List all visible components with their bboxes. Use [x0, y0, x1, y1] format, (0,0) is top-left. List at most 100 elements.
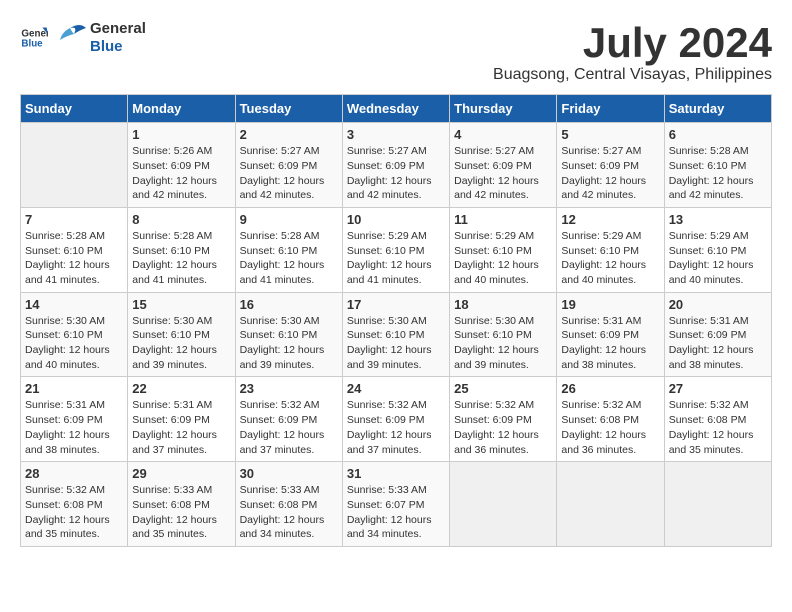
day-info: Sunrise: 5:27 AMSunset: 6:09 PMDaylight:…	[561, 144, 659, 203]
day-number: 28	[25, 466, 123, 481]
day-number: 20	[669, 297, 767, 312]
calendar-cell	[450, 462, 557, 547]
calendar-cell	[21, 123, 128, 208]
day-info: Sunrise: 5:29 AMSunset: 6:10 PMDaylight:…	[347, 229, 445, 288]
calendar-cell: 20 Sunrise: 5:31 AMSunset: 6:09 PMDayligh…	[664, 292, 771, 377]
calendar-header-friday: Friday	[557, 95, 664, 123]
day-number: 25	[454, 381, 552, 396]
day-info: Sunrise: 5:32 AMSunset: 6:08 PMDaylight:…	[561, 398, 659, 457]
page-header: General Blue General Blue July 2024 Buag…	[20, 20, 772, 84]
calendar-cell: 16Sunrise: 5:30 AMSunset: 6:10 PMDayligh…	[235, 292, 342, 377]
logo-blue: Blue	[90, 38, 123, 55]
day-number: 6	[669, 127, 767, 142]
day-info: Sunrise: 5:30 AMSunset: 6:10 PMDaylight:…	[347, 314, 445, 373]
day-number: 29	[132, 466, 230, 481]
logo-bird-icon	[52, 20, 88, 56]
day-info: Sunrise: 5:32 AMSunset: 6:09 PMDaylight:…	[454, 398, 552, 457]
calendar-cell: 6 Sunrise: 5:28 AMSunset: 6:10 PMDaylight…	[664, 123, 771, 208]
calendar-cell: 7 Sunrise: 5:28 AMSunset: 6:10 PMDaylight…	[21, 207, 128, 292]
day-info: Sunrise: 5:27 AMSunset: 6:09 PMDaylight:…	[454, 144, 552, 203]
calendar-cell: 19 Sunrise: 5:31 AMSunset: 6:09 PMDayligh…	[557, 292, 664, 377]
calendar-header-row: SundayMondayTuesdayWednesdayThursdayFrid…	[21, 95, 772, 123]
calendar-week-row: 28 Sunrise: 5:32 AMSunset: 6:08 PMDayligh…	[21, 462, 772, 547]
day-info: Sunrise: 5:31 AMSunset: 6:09 PMDaylight:…	[669, 314, 767, 373]
title-block: July 2024 Buagsong, Central Visayas, Phi…	[493, 20, 772, 84]
calendar-cell: 14Sunrise: 5:30 AMSunset: 6:10 PMDayligh…	[21, 292, 128, 377]
day-number: 22	[132, 381, 230, 396]
day-number: 13	[669, 212, 767, 227]
calendar-cell: 22 Sunrise: 5:31 AMSunset: 6:09 PMDayligh…	[128, 377, 235, 462]
day-info: Sunrise: 5:30 AMSunset: 6:10 PMDaylight:…	[25, 314, 123, 373]
day-info: Sunrise: 5:28 AMSunset: 6:10 PMDaylight:…	[240, 229, 338, 288]
calendar-cell: 8Sunrise: 5:28 AMSunset: 6:10 PMDaylight…	[128, 207, 235, 292]
calendar-cell: 26 Sunrise: 5:32 AMSunset: 6:08 PMDayligh…	[557, 377, 664, 462]
day-info: Sunrise: 5:27 AMSunset: 6:09 PMDaylight:…	[347, 144, 445, 203]
calendar-cell: 25 Sunrise: 5:32 AMSunset: 6:09 PMDayligh…	[450, 377, 557, 462]
day-number: 17	[347, 297, 445, 312]
calendar-cell: 4 Sunrise: 5:27 AMSunset: 6:09 PMDaylight…	[450, 123, 557, 208]
logo-icon: General Blue	[20, 24, 48, 52]
day-info: Sunrise: 5:29 AMSunset: 6:10 PMDaylight:…	[454, 229, 552, 288]
day-info: Sunrise: 5:28 AMSunset: 6:10 PMDaylight:…	[669, 144, 767, 203]
day-number: 18	[454, 297, 552, 312]
day-number: 9	[240, 212, 338, 227]
calendar-cell: 11Sunrise: 5:29 AMSunset: 6:10 PMDayligh…	[450, 207, 557, 292]
calendar-table: SundayMondayTuesdayWednesdayThursdayFrid…	[20, 94, 772, 547]
calendar-header-saturday: Saturday	[664, 95, 771, 123]
day-info: Sunrise: 5:26 AMSunset: 6:09 PMDaylight:…	[132, 144, 230, 203]
calendar-cell: 15Sunrise: 5:30 AMSunset: 6:10 PMDayligh…	[128, 292, 235, 377]
calendar-cell: 21Sunrise: 5:31 AMSunset: 6:09 PMDayligh…	[21, 377, 128, 462]
calendar-header-wednesday: Wednesday	[342, 95, 449, 123]
day-number: 24	[347, 381, 445, 396]
day-number: 4	[454, 127, 552, 142]
day-number: 2	[240, 127, 338, 142]
day-info: Sunrise: 5:29 AMSunset: 6:10 PMDaylight:…	[561, 229, 659, 288]
day-info: Sunrise: 5:32 AMSunset: 6:09 PMDaylight:…	[347, 398, 445, 457]
day-number: 23	[240, 381, 338, 396]
day-number: 3	[347, 127, 445, 142]
calendar-cell: 31Sunrise: 5:33 AMSunset: 6:07 PMDayligh…	[342, 462, 449, 547]
calendar-cell: 27 Sunrise: 5:32 AMSunset: 6:08 PMDayligh…	[664, 377, 771, 462]
month-title: July 2024	[493, 20, 772, 66]
calendar-cell: 10 Sunrise: 5:29 AMSunset: 6:10 PMDayligh…	[342, 207, 449, 292]
calendar-header-monday: Monday	[128, 95, 235, 123]
day-info: Sunrise: 5:30 AMSunset: 6:10 PMDaylight:…	[454, 314, 552, 373]
day-info: Sunrise: 5:31 AMSunset: 6:09 PMDaylight:…	[561, 314, 659, 373]
day-number: 1	[132, 127, 230, 142]
day-number: 30	[240, 466, 338, 481]
calendar-cell: 17 Sunrise: 5:30 AMSunset: 6:10 PMDayligh…	[342, 292, 449, 377]
calendar-week-row: 21Sunrise: 5:31 AMSunset: 6:09 PMDayligh…	[21, 377, 772, 462]
day-number: 15	[132, 297, 230, 312]
calendar-header-tuesday: Tuesday	[235, 95, 342, 123]
day-number: 8	[132, 212, 230, 227]
day-number: 19	[561, 297, 659, 312]
day-number: 5	[561, 127, 659, 142]
calendar-cell: 29Sunrise: 5:33 AMSunset: 6:08 PMDayligh…	[128, 462, 235, 547]
calendar-cell: 24 Sunrise: 5:32 AMSunset: 6:09 PMDayligh…	[342, 377, 449, 462]
calendar-cell: 12 Sunrise: 5:29 AMSunset: 6:10 PMDayligh…	[557, 207, 664, 292]
day-info: Sunrise: 5:31 AMSunset: 6:09 PMDaylight:…	[132, 398, 230, 457]
day-number: 10	[347, 212, 445, 227]
day-info: Sunrise: 5:28 AMSunset: 6:10 PMDaylight:…	[25, 229, 123, 288]
calendar-cell	[664, 462, 771, 547]
day-info: Sunrise: 5:32 AMSunset: 6:08 PMDaylight:…	[25, 483, 123, 542]
day-number: 27	[669, 381, 767, 396]
calendar-cell: 23Sunrise: 5:32 AMSunset: 6:09 PMDayligh…	[235, 377, 342, 462]
calendar-cell	[557, 462, 664, 547]
calendar-cell: 28 Sunrise: 5:32 AMSunset: 6:08 PMDayligh…	[21, 462, 128, 547]
calendar-cell: 9 Sunrise: 5:28 AMSunset: 6:10 PMDaylight…	[235, 207, 342, 292]
calendar-week-row: 7 Sunrise: 5:28 AMSunset: 6:10 PMDaylight…	[21, 207, 772, 292]
svg-text:Blue: Blue	[21, 38, 43, 49]
day-number: 16	[240, 297, 338, 312]
calendar-cell: 18 Sunrise: 5:30 AMSunset: 6:10 PMDayligh…	[450, 292, 557, 377]
day-number: 12	[561, 212, 659, 227]
logo: General Blue General Blue	[20, 20, 146, 56]
calendar-cell: 2Sunrise: 5:27 AMSunset: 6:09 PMDaylight…	[235, 123, 342, 208]
day-number: 26	[561, 381, 659, 396]
day-info: Sunrise: 5:31 AMSunset: 6:09 PMDaylight:…	[25, 398, 123, 457]
calendar-cell: 30Sunrise: 5:33 AMSunset: 6:08 PMDayligh…	[235, 462, 342, 547]
day-number: 7	[25, 212, 123, 227]
calendar-week-row: 1 Sunrise: 5:26 AMSunset: 6:09 PMDaylight…	[21, 123, 772, 208]
calendar-cell: 13Sunrise: 5:29 AMSunset: 6:10 PMDayligh…	[664, 207, 771, 292]
day-info: Sunrise: 5:32 AMSunset: 6:08 PMDaylight:…	[669, 398, 767, 457]
